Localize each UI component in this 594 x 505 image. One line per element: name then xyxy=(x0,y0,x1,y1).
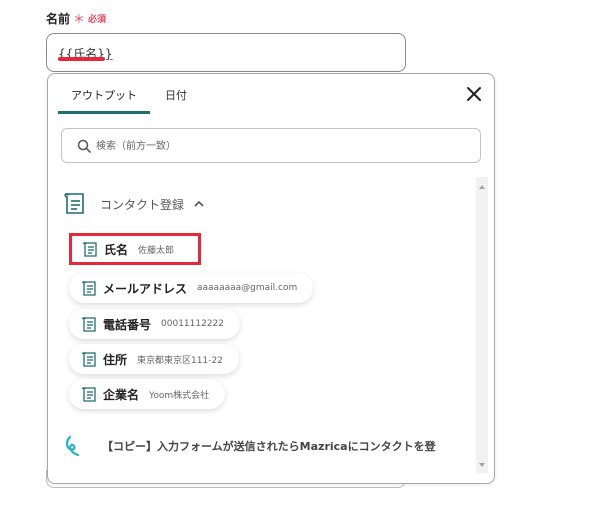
output-item-value: 佐藤太郎 xyxy=(138,245,175,256)
output-item-key: 住所 xyxy=(103,352,128,367)
output-item-value: Yoom株式会社 xyxy=(149,390,210,401)
output-item-key: 電話番号 xyxy=(103,317,152,332)
tab-output[interactable]: アウトプット xyxy=(58,88,150,114)
search-input[interactable] xyxy=(96,136,466,156)
field-label: 名前 ＊ 必須 xyxy=(46,10,106,27)
tab-bar: アウトプット 日付 xyxy=(58,88,200,114)
tab-date[interactable]: 日付 xyxy=(152,88,200,114)
app-node-icon xyxy=(64,193,84,214)
output-item-email[interactable]: メールアドレス aaaaaaaa@gmail.com xyxy=(69,273,314,303)
output-field-icon xyxy=(82,241,97,257)
form-trigger-icon xyxy=(65,435,80,457)
section-header-contact[interactable]: コンタクト登録 xyxy=(62,191,204,217)
close-icon xyxy=(467,87,481,101)
variable-picker-screen: 名前 ＊ 必須 {{氏名}} アウトプット 日付 検索（前方一致） コンタクト登… xyxy=(0,0,594,505)
output-field-icon xyxy=(81,351,96,367)
output-item-phone[interactable]: 電話番号 00011112222 xyxy=(69,309,241,339)
output-item-key: メールアドレス xyxy=(103,281,188,296)
chevron-up-icon xyxy=(194,200,204,207)
red-underline-annotation xyxy=(58,57,105,61)
scrollbar[interactable] xyxy=(476,177,488,473)
search-box xyxy=(61,128,481,163)
output-field-icon xyxy=(81,280,96,296)
name-input[interactable]: {{氏名}} xyxy=(46,33,406,72)
output-item-value: 00011112222 xyxy=(161,319,225,329)
section-title: コンタクト登録 xyxy=(100,197,185,212)
output-field-icon xyxy=(81,386,96,402)
output-item-key: 氏名 xyxy=(104,242,129,257)
required-mark: ＊ xyxy=(73,12,86,26)
search-icon xyxy=(77,139,91,153)
output-item-value: 東京都東京区111-22 xyxy=(137,355,223,366)
output-item-address[interactable]: 住所 東京都東京区111-22 xyxy=(69,344,239,374)
output-item-name[interactable]: 氏名 佐藤太郎 xyxy=(69,233,202,265)
output-item-value: aaaaaaaa@gmail.com xyxy=(197,283,298,293)
output-item-key: 企業名 xyxy=(103,387,140,402)
output-field-icon xyxy=(81,316,96,332)
output-picker-panel: アウトプット 日付 コン xyxy=(47,73,495,484)
scroll-down-arrow-icon[interactable] xyxy=(478,461,486,469)
output-list: コンタクト登録 氏名 佐藤太郎 メールアドレス aaaaaaaa@gmail.c… xyxy=(48,177,478,477)
required-text: 必須 xyxy=(88,15,107,25)
flow-section-header[interactable]: 【コピー】入力フォームが送信されたらMazricaにコンタクトを登 xyxy=(64,435,436,457)
scroll-up-arrow-icon[interactable] xyxy=(478,183,486,191)
flow-title: 【コピー】入力フォームが送信されたらMazricaにコンタクトを登 xyxy=(102,440,436,453)
output-item-company[interactable]: 企業名 Yoom株式会社 xyxy=(69,379,226,409)
field-label-text: 名前 xyxy=(46,12,71,26)
close-button[interactable] xyxy=(466,86,482,102)
